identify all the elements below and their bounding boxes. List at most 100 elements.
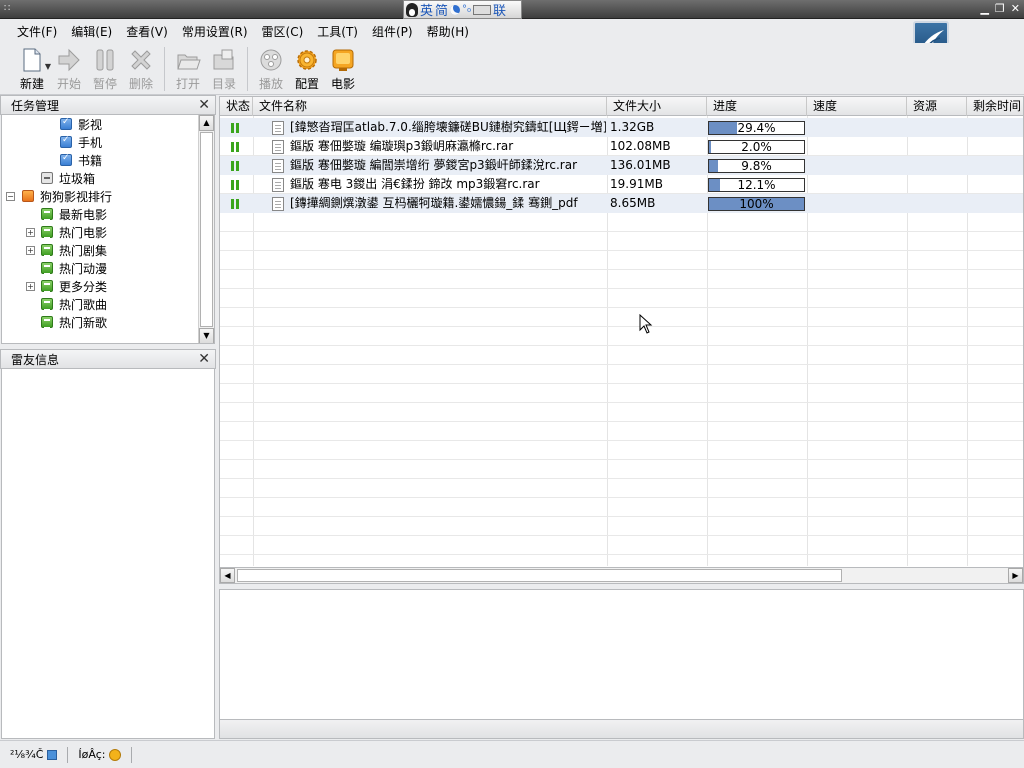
file-size: 1.32GB: [610, 120, 655, 134]
progress-bar: 29.4%: [708, 121, 805, 135]
row-divider: [220, 535, 1023, 536]
menu-tools[interactable]: 工具(T): [310, 23, 365, 40]
ime-script[interactable]: 简: [435, 0, 448, 19]
file-name: [鏄撶綢鍘熼潡鍙 互杩欐牱璇籍.鍙嬬憹鍚_鍒 骞鍘_pdf: [290, 196, 578, 210]
scroll-down-icon[interactable]: ▼: [199, 328, 214, 343]
paused-status-icon[interactable]: [231, 123, 234, 133]
expand-icon[interactable]: +: [26, 228, 35, 237]
delete-button[interactable]: 删除: [124, 43, 158, 92]
row-divider: [220, 250, 1023, 251]
penguin-icon[interactable]: [406, 2, 418, 17]
table-row[interactable]: [鍏慜沓瑁匞atlab.7.0.缁胯壊鐮磋BU鏈樹究鑄虹[Щ鍔ㄧ増].M 1.3…: [220, 118, 1023, 137]
row-divider: [220, 364, 1023, 365]
open-button[interactable]: 打开: [171, 43, 205, 92]
pause-button[interactable]: 暂停: [88, 43, 122, 92]
keyboard-icon[interactable]: [473, 4, 492, 15]
punctuation-icon[interactable]: °₀: [462, 4, 471, 15]
tree-scrollbar[interactable]: ▲ ▼: [198, 115, 214, 343]
table-row[interactable]: [鏄撶綢鍘熼潡鍙 互杩欐牱璇籍.鍙嬬憹鍚_鍒 骞鍘_pdf 8.65MB 100…: [220, 194, 1023, 213]
menu-plugins[interactable]: 组件(P): [365, 23, 420, 40]
table-row[interactable]: 鏂版 寋佃嫳璇 編閭崇增绗 夢鍐宮p3鍛屽師鍒涗rc.rar 136.01MB …: [220, 156, 1023, 175]
col-progress[interactable]: 进度: [707, 97, 807, 116]
row-divider: [220, 497, 1023, 498]
scroll-thumb[interactable]: [200, 132, 213, 327]
table-row[interactable]: 鏂版 寋电 3鍐出 涓€鍒扮 鍗妀 mp3鍛窘rc.rar 19.91MB 12…: [220, 175, 1023, 194]
col-remaining[interactable]: 剩余时间: [967, 97, 1023, 116]
menu-settings[interactable]: 常用设置(R): [175, 23, 255, 40]
file-icon: [272, 121, 284, 135]
delete-label: 删除: [128, 77, 153, 91]
col-resources[interactable]: 资源: [907, 97, 967, 116]
ime-toolbar[interactable]: 英 简 °₀ 联: [403, 0, 522, 19]
start-button[interactable]: 开始: [52, 43, 86, 92]
file-size: 102.08MB: [610, 139, 671, 153]
list-icon: [41, 298, 53, 311]
collapse-icon[interactable]: −: [6, 192, 15, 201]
ime-lang[interactable]: 英: [420, 0, 433, 19]
menu-file[interactable]: 文件(F): [10, 23, 64, 40]
title-bar: ∷ 英 简 °₀ 联 ▁ ❐ ✕: [0, 0, 1024, 19]
friend-panel-header: 雷友信息 ✕: [0, 349, 216, 369]
download-list: 状态 文件名称 文件大小 进度 速度 资源 剩余时间 [鍏慜沓瑁匞atlab.7…: [219, 96, 1024, 584]
tree-item-label: 热门电影: [59, 226, 108, 240]
scroll-right-icon[interactable]: ▶: [1008, 568, 1023, 583]
menu-thunder-zone[interactable]: 雷区(C): [255, 23, 311, 40]
movie-button[interactable]: 电影: [326, 43, 360, 92]
config-button[interactable]: 配置: [290, 43, 324, 92]
delete-x-icon: [128, 47, 154, 73]
task-tree: 影视 手机 书籍 垃圾箱 − 狗狗影视排行 最新电影 + 热门电影: [1, 115, 215, 344]
task-panel-title: 任务管理: [11, 98, 60, 113]
close-icon[interactable]: ✕: [198, 97, 210, 113]
progress-bar: 9.8%: [708, 159, 805, 173]
task-panel-header: 任务管理 ✕: [0, 95, 216, 115]
new-task-button[interactable]: ▼ 新建: [14, 43, 51, 92]
col-filename[interactable]: 文件名称: [253, 97, 607, 116]
restore-icon[interactable]: ❐: [995, 2, 1005, 15]
progress-bar: 12.1%: [708, 178, 805, 192]
expand-icon[interactable]: +: [26, 282, 35, 291]
paused-status-icon[interactable]: [231, 142, 234, 152]
status-network[interactable]: ÍøÂç:: [68, 748, 131, 761]
row-divider: [220, 516, 1023, 517]
window-grip-icon[interactable]: ∷: [4, 3, 10, 14]
friend-info-content: [1, 369, 215, 739]
status-left-text: ²¹⁄₈¾Č: [10, 748, 44, 761]
table-row[interactable]: 鏂版 寋佃嫳璇 编璇璵p3鍛岄麻瀛樤rc.rar 102.08MB 2.0%: [220, 137, 1023, 156]
window-controls: ▁ ❐ ✕: [980, 2, 1020, 15]
col-speed[interactable]: 速度: [807, 97, 907, 116]
menu-view[interactable]: 查看(V): [119, 23, 175, 40]
tree-item-label: 书籍: [78, 154, 103, 168]
expand-icon[interactable]: +: [26, 246, 35, 255]
list-horizontal-scrollbar[interactable]: ◀ ▶: [219, 567, 1024, 584]
scroll-thumb[interactable]: [237, 569, 842, 582]
close-icon[interactable]: ✕: [1011, 2, 1020, 15]
progress-text: 100%: [739, 197, 774, 211]
row-divider: [220, 421, 1023, 422]
new-label: 新建: [19, 77, 44, 91]
tree-item-label: 垃圾箱: [59, 172, 96, 186]
moon-icon[interactable]: [450, 4, 461, 15]
col-filesize[interactable]: 文件大小: [607, 97, 707, 116]
paused-status-icon[interactable]: [231, 199, 234, 209]
progress-text: 2.0%: [741, 140, 772, 154]
scroll-left-icon[interactable]: ◀: [220, 568, 235, 583]
tree-item-label: 热门剧集: [59, 244, 108, 258]
status-speed[interactable]: ²¹⁄₈¾Č: [0, 748, 67, 761]
folder-button[interactable]: 目录: [207, 43, 241, 92]
minimize-icon[interactable]: ▁: [980, 2, 988, 15]
ime-extra[interactable]: 联: [493, 0, 506, 19]
row-divider: [220, 269, 1023, 270]
play-button[interactable]: 播放: [254, 43, 288, 92]
file-icon: [272, 159, 284, 173]
close-icon[interactable]: ✕: [198, 351, 210, 367]
scroll-up-icon[interactable]: ▲: [199, 115, 214, 131]
paused-status-icon[interactable]: [231, 180, 234, 190]
menu-edit[interactable]: 编辑(E): [64, 23, 119, 40]
file-size: 136.01MB: [610, 158, 671, 172]
file-name: [鍏慜沓瑁匞atlab.7.0.缁胯壊鐮磋BU鏈樹究鑄虹[Щ鍔ㄧ増].M: [290, 120, 606, 134]
col-status[interactable]: 状态: [220, 97, 253, 116]
list-icon: [41, 316, 53, 329]
menu-help[interactable]: 帮助(H): [420, 23, 476, 40]
row-divider: [220, 402, 1023, 403]
paused-status-icon[interactable]: [231, 161, 234, 171]
